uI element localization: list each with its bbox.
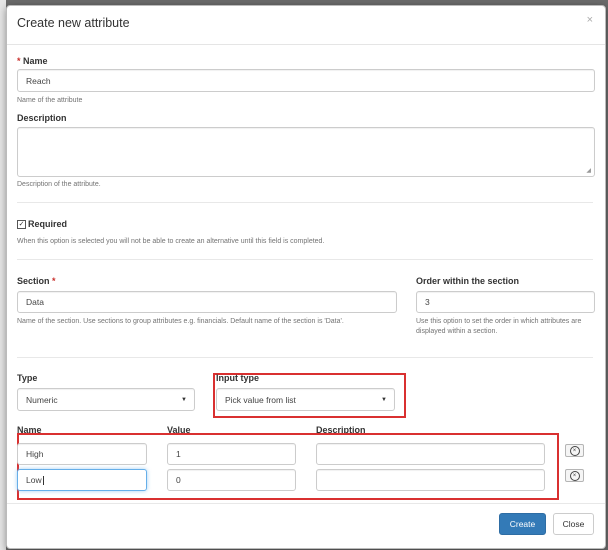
option-description-input[interactable] xyxy=(316,443,545,465)
name-label-text: Name xyxy=(23,56,48,66)
section-required-marker: * xyxy=(52,276,56,286)
order-input-value: 3 xyxy=(425,297,430,307)
remove-option-button[interactable]: × xyxy=(565,469,584,482)
description-label: Description xyxy=(17,113,67,123)
option-description-input[interactable] xyxy=(316,469,545,491)
description-textarea[interactable]: ◢ xyxy=(17,127,595,177)
resize-handle-icon[interactable]: ◢ xyxy=(586,167,591,174)
required-checkbox[interactable]: ✓ xyxy=(17,220,26,229)
required-help: When this option is selected you will no… xyxy=(17,238,325,245)
close-icon[interactable]: × xyxy=(587,14,593,26)
section-input-value: Data xyxy=(26,297,44,307)
option-value-input[interactable]: 0 xyxy=(167,469,296,491)
option-name-input[interactable]: High xyxy=(17,443,147,465)
divider xyxy=(17,259,593,260)
option-value-input[interactable]: 1 xyxy=(167,443,296,465)
create-button[interactable]: Create xyxy=(499,513,546,535)
footer-divider xyxy=(7,503,605,504)
dialog-title: Create new attribute xyxy=(17,16,130,30)
type-label: Type xyxy=(17,373,38,383)
name-label: * Name xyxy=(17,56,48,66)
option-value-value: 1 xyxy=(176,449,181,459)
section-label: Section * xyxy=(17,276,56,286)
description-help: Description of the attribute. xyxy=(17,181,101,188)
name-input-value: Reach xyxy=(26,75,51,86)
order-input[interactable]: 3 xyxy=(416,291,595,313)
option-name-value: Low xyxy=(26,475,42,485)
remove-circle-icon: × xyxy=(569,470,580,481)
section-input[interactable]: Data xyxy=(17,291,397,313)
option-value-value: 0 xyxy=(176,475,181,485)
remove-option-button[interactable]: × xyxy=(565,444,584,457)
required-label: Required xyxy=(28,219,68,229)
order-label: Order within the section xyxy=(416,276,520,286)
type-select[interactable]: Numeric ▼ xyxy=(17,388,195,411)
divider xyxy=(17,357,593,358)
remove-circle-icon: × xyxy=(569,445,580,456)
name-input[interactable]: Reach xyxy=(17,69,595,92)
name-required-marker: * xyxy=(17,56,21,66)
option-name-input[interactable]: Low xyxy=(17,469,147,491)
caret-down-icon: ▼ xyxy=(181,396,187,403)
dialog-header: Create new attribute × xyxy=(7,6,605,45)
section-label-text: Section xyxy=(17,276,50,286)
name-help: Name of the attribute xyxy=(17,97,83,104)
input-type-label: Input type xyxy=(216,373,259,383)
divider xyxy=(17,202,593,203)
input-type-select[interactable]: Pick value from list ▼ xyxy=(216,388,395,411)
order-help-line: Use this option to set the order in whic… xyxy=(416,318,582,325)
order-help-line: displayed within a section. xyxy=(416,328,498,335)
create-attribute-dialog: Create new attribute × * Name Reach Name… xyxy=(6,5,606,549)
type-select-value: Numeric xyxy=(26,394,58,405)
caret-down-icon: ▼ xyxy=(381,396,387,403)
section-help: Name of the section. Use sections to gro… xyxy=(17,318,344,325)
close-button[interactable]: Close xyxy=(553,513,594,535)
option-name-value: High xyxy=(26,449,44,459)
text-cursor xyxy=(42,475,44,485)
order-help: Use this option to set the order in whic… xyxy=(416,317,601,337)
input-type-select-value: Pick value from list xyxy=(225,394,296,405)
